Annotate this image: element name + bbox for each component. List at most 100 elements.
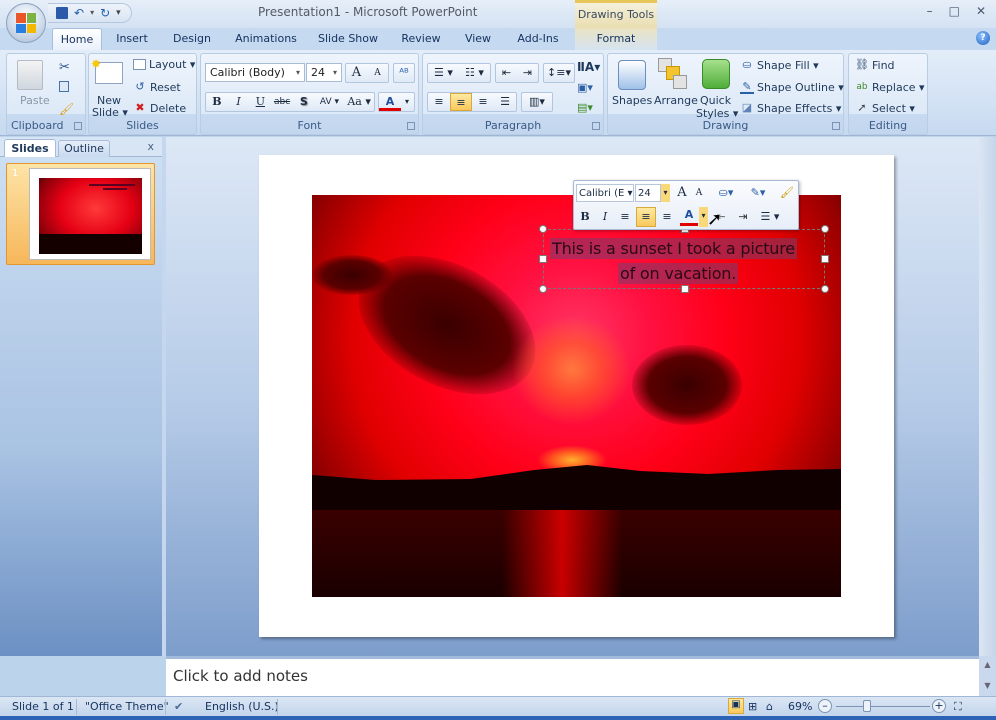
resize-handle-bottom-left[interactable] [539,285,547,293]
justify-button[interactable]: ☰ [494,93,516,111]
font-name-combo[interactable]: Calibri (Body) ▾ [205,63,305,82]
close-pane-button[interactable]: x [147,140,154,153]
minimize-button[interactable]: – [927,4,933,18]
text-direction-button[interactable]: ⅡA▾ [577,60,600,74]
mini-align-right-button[interactable]: ≡ [658,208,676,226]
normal-view-button[interactable]: ▣ [728,698,744,714]
undo-dropdown-icon[interactable]: ▾ [90,9,94,17]
shape-fill-button[interactable]: ⛀ Shape Fill ▾ [740,58,818,72]
tab-review[interactable]: Review [396,28,446,50]
zoom-level[interactable]: 69% [788,700,812,713]
paste-button[interactable]: Paste [20,94,50,107]
clipboard-launcher-icon[interactable] [74,122,82,130]
zoom-out-button[interactable]: – [818,699,832,713]
new-slide-button[interactable]: Slide ▾ [92,106,128,119]
spell-check-icon[interactable]: ✔ [174,700,183,713]
resize-handle-bottom[interactable] [681,285,689,293]
mini-font-size-combo[interactable]: 24 [635,184,661,202]
scroll-down-icon[interactable]: ▼ [979,681,996,690]
language-indicator[interactable]: English (U.S.) [205,700,279,713]
slide-show-button[interactable]: ⌂ [766,700,773,713]
paragraph-launcher-icon[interactable] [592,122,600,130]
copy-icon[interactable] [59,81,69,92]
mini-bold-button[interactable]: B [576,208,594,226]
slide-canvas[interactable]: This is a sunset I took a picture of on … [259,155,894,637]
align-text-button[interactable]: ▣▾ [577,81,593,94]
mini-increase-indent-button[interactable]: ⇥ [734,208,752,226]
tab-format[interactable]: Format [575,28,657,50]
mini-format-painter-button[interactable]: 🖌 [778,184,796,202]
quick-styles-label-1[interactable]: Quick [700,94,731,107]
format-painter-icon[interactable]: 🖌 [59,102,74,116]
customize-qat-icon[interactable]: ▾ [116,8,121,18]
mini-font-color-button[interactable]: A [680,208,698,226]
caption-line-2[interactable]: of on vacation. [618,263,739,284]
caption-line-1[interactable]: This is a sunset I took a picture [550,238,797,259]
caption-textbox[interactable]: This is a sunset I took a picture of on … [539,225,829,293]
scroll-up-icon[interactable]: ▲ [979,660,996,669]
shape-effects-button[interactable]: ◪ Shape Effects ▾ [740,101,842,115]
shadow-button[interactable]: S [293,93,315,111]
convert-smartart-button[interactable]: ▤▾ [577,101,593,114]
replace-button[interactable]: ab Replace ▾ [855,80,924,94]
zoom-slider-thumb[interactable] [862,700,871,712]
resize-handle-left[interactable] [539,255,547,263]
mini-align-center-button[interactable]: ≡ [636,207,656,227]
tab-add-ins[interactable]: Add-Ins [511,28,565,50]
slide-thumbnail-item[interactable]: 1 [6,163,155,265]
mini-bullets-button[interactable]: ☰ ▾ [756,208,784,226]
notes-placeholder[interactable]: Click to add notes [173,667,308,685]
font-launcher-icon[interactable] [407,122,415,130]
numbering-button[interactable]: ☷ ▾ [459,64,490,82]
tab-outline[interactable]: Outline [58,140,110,157]
help-icon[interactable]: ? [976,31,990,45]
shrink-font-button[interactable]: A [367,64,388,82]
bold-button[interactable]: B [206,93,228,111]
tab-design[interactable]: Design [167,28,217,50]
increase-indent-button[interactable]: ⇥ [517,64,538,82]
mini-font-name-combo[interactable]: Calibri (E ▾ [576,184,634,202]
character-spacing-button[interactable]: AV ▾ [315,93,345,111]
zoom-in-button[interactable]: + [932,699,946,713]
grow-font-button[interactable]: A [346,64,367,82]
tab-view[interactable]: View [457,28,499,50]
resize-handle-top-right[interactable] [821,225,829,233]
arrange-button[interactable]: Arrange [654,94,698,107]
font-size-combo[interactable]: 24 ▾ [306,63,342,82]
fit-to-window-button[interactable]: ⛶ [954,700,962,714]
strikethrough-button[interactable]: abc [271,93,293,111]
resize-handle-bottom-right[interactable] [821,285,829,293]
delete-button[interactable]: ✖ Delete [133,101,186,115]
tab-slides[interactable]: Slides [4,139,56,157]
clear-formatting-button[interactable]: ᴬᴮ [393,63,415,83]
redo-icon[interactable]: ↻ [100,7,110,19]
underline-button[interactable]: U [249,93,271,111]
notes-scrollbar[interactable]: ▲ ▼ [979,656,996,696]
shapes-button[interactable]: Shapes [612,94,652,107]
slide-thumbnail[interactable] [29,168,151,260]
italic-button[interactable]: I [228,93,250,111]
select-button[interactable]: ➚ Select ▾ [855,101,915,115]
resize-handle-top-left[interactable] [539,225,547,233]
mini-italic-button[interactable]: I [596,208,614,226]
cut-icon[interactable]: ✂ [59,60,70,75]
chevron-down-icon[interactable]: ▾ [661,184,670,202]
bullets-button[interactable]: ☰ ▾ [428,64,459,82]
save-icon[interactable] [56,7,68,19]
chevron-down-icon[interactable]: ▾ [401,93,413,111]
zoom-slider-track[interactable] [836,706,930,707]
undo-icon[interactable]: ↶ [74,7,84,19]
align-center-button[interactable]: ≡ [450,93,472,111]
reset-button[interactable]: ↺ Reset [133,80,180,94]
font-color-button[interactable]: A ▾ [378,92,415,112]
change-case-button[interactable]: Aa ▾ [344,93,374,111]
mini-align-left-button[interactable]: ≡ [616,208,634,226]
close-button[interactable]: ✕ [976,4,986,18]
drawing-launcher-icon[interactable] [832,122,840,130]
shape-outline-button[interactable]: ✎ Shape Outline ▾ [740,80,844,94]
line-spacing-button[interactable]: ↕≡▾ [543,63,575,83]
mini-grow-font-button[interactable]: A [674,184,690,202]
find-button[interactable]: ⛓ Find [855,58,895,72]
layout-button[interactable]: Layout ▾ [133,58,195,71]
mini-shrink-font-button[interactable]: A [692,184,706,202]
